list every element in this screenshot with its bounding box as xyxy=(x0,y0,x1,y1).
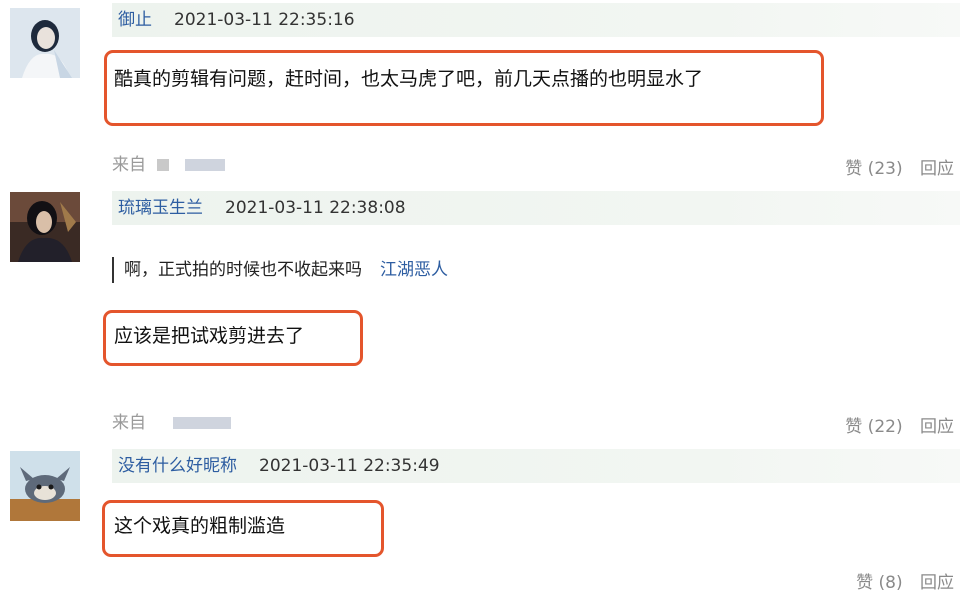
comment-header: 没有什么好昵称 2021-03-11 22:35:49 xyxy=(112,449,960,483)
avatar[interactable] xyxy=(10,192,80,262)
username[interactable]: 没有什么好昵称 xyxy=(118,456,237,476)
comment-actions: 赞 (8) 回应 xyxy=(856,568,954,593)
reply-button[interactable]: 回应 xyxy=(920,573,954,593)
like-button[interactable]: 赞 (22) xyxy=(845,417,902,437)
quote-author-link[interactable]: 江湖恶人 xyxy=(380,260,448,280)
quote-text: 啊，正式拍的时候也不收起来吗 xyxy=(124,260,362,280)
comment-actions: 赞 (23) 回应 xyxy=(845,154,954,179)
like-button[interactable]: 赞 (8) xyxy=(856,573,902,593)
source-redacted xyxy=(157,159,170,171)
comment-header: 御止 2021-03-11 22:35:16 xyxy=(112,3,960,37)
comment-header: 琉璃玉生兰 2021-03-11 22:38:08 xyxy=(112,191,960,225)
username[interactable]: 琉璃玉生兰 xyxy=(118,198,203,218)
comment-actions: 赞 (22) 回应 xyxy=(845,412,954,437)
source-prefix: 来自 xyxy=(112,155,146,175)
reply-button[interactable]: 回应 xyxy=(920,417,954,437)
reply-button[interactable]: 回应 xyxy=(920,159,954,179)
timestamp: 2021-03-11 22:38:08 xyxy=(225,198,406,218)
avatar[interactable] xyxy=(10,451,80,521)
timestamp: 2021-03-11 22:35:16 xyxy=(174,10,355,30)
comment-text: 应该是把试戏剪进去了 xyxy=(114,325,305,347)
source-label: 来自 xyxy=(112,408,232,433)
comment-text: 酷真的剪辑有问题，赶时间，也太马虎了吧，前几天点播的也明显水了 xyxy=(114,68,704,90)
timestamp: 2021-03-11 22:35:49 xyxy=(259,456,440,476)
username[interactable]: 御止 xyxy=(118,10,152,30)
comment-text: 这个戏真的粗制滥造 xyxy=(114,515,286,537)
source-label: 来自 xyxy=(112,150,225,175)
avatar[interactable] xyxy=(10,8,80,78)
like-button[interactable]: 赞 (23) xyxy=(845,159,902,179)
source-redacted xyxy=(184,159,225,171)
quoted-reply: 啊，正式拍的时候也不收起来吗 江湖恶人 xyxy=(112,257,448,283)
source-prefix: 来自 xyxy=(112,413,146,433)
source-redacted xyxy=(173,417,232,429)
